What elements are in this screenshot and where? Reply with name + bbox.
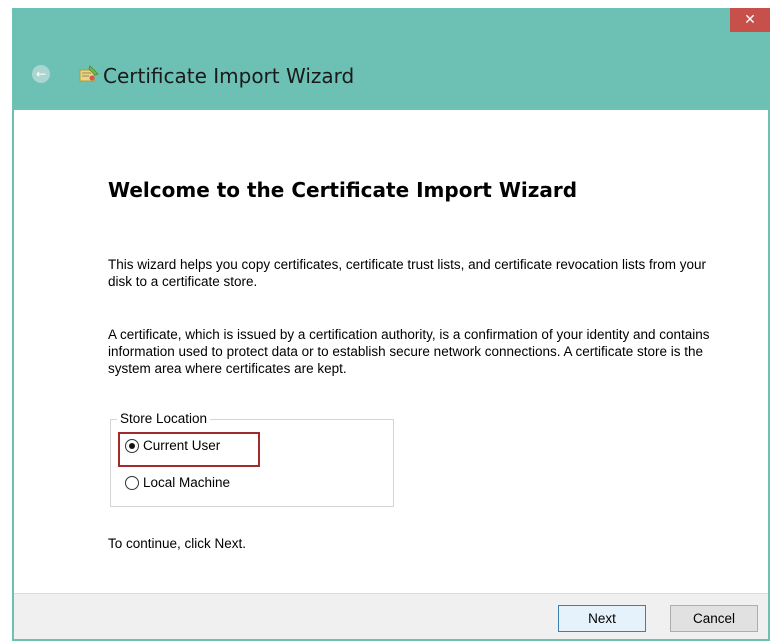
- close-button[interactable]: ✕: [730, 8, 770, 32]
- wizard-content: Welcome to the Certificate Import Wizard…: [14, 110, 768, 593]
- window-title: Certificate Import Wizard: [103, 64, 355, 88]
- radio-local-machine[interactable]: Local Machine: [125, 475, 230, 490]
- continue-instruction: To continue, click Next.: [108, 536, 247, 551]
- certificate-wizard-icon: [79, 65, 99, 82]
- back-arrow-icon: ←: [35, 67, 47, 81]
- wizard-header: ← Certificate Import Wizard: [12, 52, 770, 100]
- intro-paragraph: This wizard helps you copy certificates,…: [108, 257, 706, 289]
- radio-unchecked-icon[interactable]: [125, 475, 139, 490]
- next-button[interactable]: Next: [558, 605, 646, 632]
- back-button[interactable]: ←: [32, 65, 50, 83]
- certificate-description: A certificate, which is issued by a cert…: [108, 327, 710, 376]
- store-location-legend: Store Location: [117, 411, 211, 426]
- radio-local-machine-label: Local Machine: [143, 475, 231, 490]
- close-icon: ✕: [744, 12, 756, 28]
- current-user-highlight: [118, 432, 260, 467]
- cancel-button[interactable]: Cancel: [670, 605, 758, 632]
- wizard-footer: Next Cancel: [14, 593, 768, 639]
- wizard-window: ✕ ← Certificate Import Wizard Welcome to…: [12, 8, 770, 641]
- page-heading: Welcome to the Certificate Import Wizard: [108, 178, 578, 202]
